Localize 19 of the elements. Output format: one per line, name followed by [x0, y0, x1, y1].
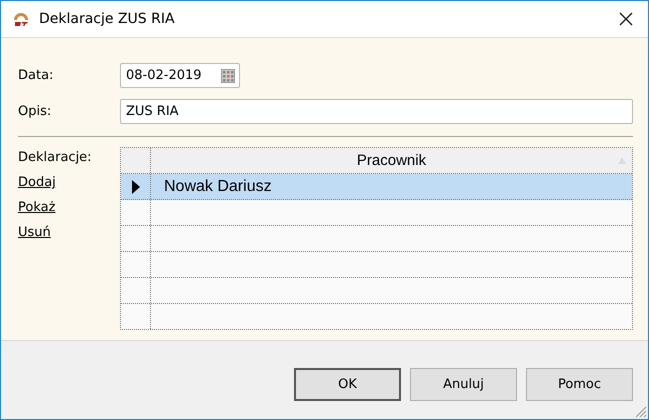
text-field[interactable]: ZUS RIA	[120, 99, 633, 124]
dialog-button[interactable]: Anuluj	[410, 368, 517, 401]
resize-grip-icon[interactable]	[633, 404, 647, 418]
field-label: Opis:	[18, 104, 52, 119]
date-field[interactable]: 08-02-2019	[120, 63, 240, 88]
action-link[interactable]: Usuń	[18, 225, 51, 240]
row-pointer-icon	[132, 180, 140, 194]
close-icon[interactable]	[618, 11, 634, 27]
app-logo-icon	[12, 10, 30, 28]
table-row[interactable]: Nowak Dariusz	[121, 174, 632, 200]
field-label: Data:	[18, 68, 54, 83]
calendar-icon[interactable]	[221, 68, 235, 82]
table-cell: Nowak Dariusz	[164, 178, 272, 196]
action-link[interactable]: Dodaj	[18, 175, 56, 190]
action-link[interactable]: Pokaż	[18, 200, 56, 215]
dialog-button[interactable]: OK	[294, 368, 401, 401]
dialog-button[interactable]: Pomoc	[526, 368, 633, 401]
section-label: Deklaracje:	[18, 150, 92, 165]
window-title: Deklaracje ZUS RIA	[39, 11, 176, 27]
